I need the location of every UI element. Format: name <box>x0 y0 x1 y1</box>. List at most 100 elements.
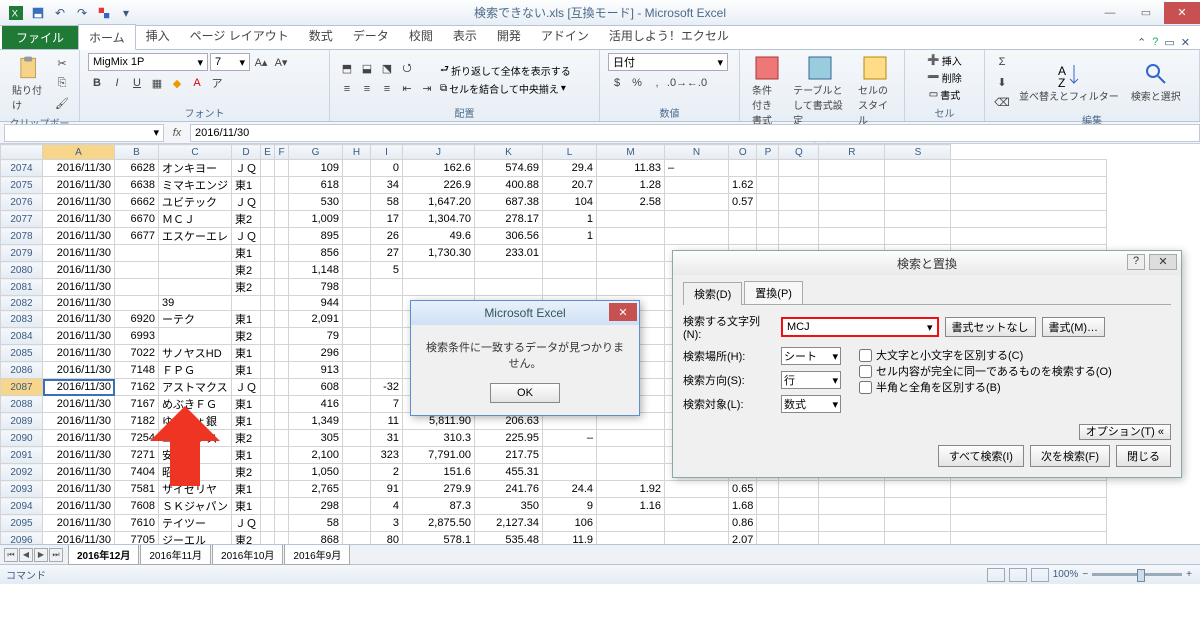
cell[interactable]: 東2 <box>232 464 261 481</box>
cell[interactable] <box>665 194 729 211</box>
cell[interactable]: 1 <box>543 228 597 245</box>
cell[interactable] <box>343 396 371 413</box>
cell[interactable]: 2016/11/30 <box>43 396 115 413</box>
cell[interactable] <box>343 328 371 345</box>
cell[interactable] <box>261 447 275 464</box>
table-row[interactable]: 20942016/11/307608ＳＫジャパン東1298487.335091.… <box>1 498 1107 515</box>
cell[interactable]: 687.38 <box>475 194 543 211</box>
cell[interactable] <box>261 160 275 177</box>
cell[interactable]: 151.6 <box>403 464 475 481</box>
cell[interactable] <box>232 296 261 311</box>
number-format-combo[interactable]: 日付▾ <box>608 53 728 71</box>
cell[interactable]: ＪＱ <box>232 194 261 211</box>
cell[interactable]: 2016/11/30 <box>43 413 115 430</box>
delete-cells-button[interactable]: ➖削除 <box>927 70 961 85</box>
cell[interactable]: 306.56 <box>475 228 543 245</box>
autosum-icon[interactable]: Σ <box>993 53 1011 71</box>
cell[interactable] <box>951 228 1107 245</box>
cell[interactable] <box>275 481 289 498</box>
cell[interactable]: 1,148 <box>289 262 343 279</box>
cell[interactable]: 1.62 <box>729 177 757 194</box>
row-header[interactable]: 2084 <box>1 328 43 345</box>
cell[interactable]: 80 <box>371 532 403 545</box>
cell[interactable]: 1,009 <box>289 211 343 228</box>
bold-button[interactable]: B <box>88 74 106 92</box>
table-row[interactable]: 20962016/11/307705ジーエル東286880578.1535.48… <box>1 532 1107 545</box>
column-header-G[interactable]: G <box>289 145 343 160</box>
cell[interactable] <box>543 245 597 262</box>
cell[interactable]: 東1 <box>232 245 261 262</box>
cell[interactable] <box>757 194 779 211</box>
cell[interactable]: 913 <box>289 362 343 379</box>
indent-inc-icon[interactable]: ⇥ <box>418 80 436 98</box>
increase-decimal-icon[interactable]: .0→ <box>668 74 686 92</box>
format-cells-button[interactable]: ▭書式 <box>929 87 960 102</box>
cell[interactable]: 6670 <box>115 211 159 228</box>
options-button[interactable]: オプション(T) « <box>1079 424 1171 440</box>
cell[interactable] <box>275 328 289 345</box>
cell[interactable] <box>403 279 475 296</box>
ribbon-tab-8[interactable]: アドイン <box>531 23 599 49</box>
excel-icon[interactable]: X <box>6 3 26 23</box>
cell[interactable]: 162.6 <box>403 160 475 177</box>
cell[interactable]: ーテク <box>159 311 232 328</box>
row-header[interactable]: 2096 <box>1 532 43 545</box>
cell[interactable]: 34 <box>371 177 403 194</box>
cell[interactable] <box>819 515 885 532</box>
cell[interactable]: 58 <box>289 515 343 532</box>
cell[interactable] <box>779 211 819 228</box>
cell[interactable]: 1.68 <box>729 498 757 515</box>
cell[interactable] <box>597 262 665 279</box>
cell[interactable]: 87.3 <box>403 498 475 515</box>
formula-input[interactable]: 2016/11/30 <box>190 124 1200 142</box>
row-header[interactable]: 2076 <box>1 194 43 211</box>
qat-dropdown-icon[interactable]: ▾ <box>116 3 136 23</box>
row-header[interactable]: 2081 <box>1 279 43 296</box>
cell[interactable] <box>275 447 289 464</box>
column-header-D[interactable]: D <box>232 145 261 160</box>
cell[interactable] <box>543 279 597 296</box>
cell[interactable]: 104 <box>543 194 597 211</box>
cell[interactable]: 226.9 <box>403 177 475 194</box>
cell[interactable] <box>275 296 289 311</box>
row-header[interactable]: 2074 <box>1 160 43 177</box>
cell[interactable] <box>343 177 371 194</box>
cell[interactable]: 106 <box>543 515 597 532</box>
cell[interactable]: ユビテック <box>159 194 232 211</box>
close-button[interactable]: ✕ <box>1164 2 1200 24</box>
cell[interactable] <box>951 177 1107 194</box>
cell[interactable] <box>597 447 665 464</box>
cell[interactable]: 6662 <box>115 194 159 211</box>
cell[interactable]: 323 <box>371 447 403 464</box>
cell[interactable]: 東1 <box>232 311 261 328</box>
cell[interactable]: 310.3 <box>403 430 475 447</box>
search-direction-select[interactable]: 行▾ <box>781 371 841 389</box>
ribbon-options-icon[interactable]: ▭ <box>1164 36 1174 49</box>
cell[interactable] <box>261 464 275 481</box>
select-all-corner[interactable] <box>1 145 43 160</box>
align-middle-icon[interactable]: ⬓ <box>358 60 376 78</box>
grow-font-icon[interactable]: A▴ <box>252 53 270 71</box>
cell-styles-button[interactable]: セルのスタイル <box>854 53 896 129</box>
cell[interactable] <box>115 296 159 311</box>
cell[interactable] <box>597 211 665 228</box>
cell[interactable] <box>951 515 1107 532</box>
cell[interactable] <box>819 177 885 194</box>
match-case-checkbox[interactable] <box>859 349 872 362</box>
cell[interactable] <box>275 194 289 211</box>
cell[interactable]: 2016/11/30 <box>43 447 115 464</box>
row-header[interactable]: 2090 <box>1 430 43 447</box>
cell[interactable] <box>343 311 371 328</box>
cell[interactable]: 895 <box>289 228 343 245</box>
row-header[interactable]: 2088 <box>1 396 43 413</box>
row-header[interactable]: 2080 <box>1 262 43 279</box>
column-header-A[interactable]: A <box>43 145 115 160</box>
message-box-close-button[interactable]: ✕ <box>609 303 637 321</box>
cell[interactable] <box>885 498 951 515</box>
cell[interactable]: 4 <box>371 498 403 515</box>
cell[interactable]: 2016/11/30 <box>43 481 115 498</box>
row-header[interactable]: 2086 <box>1 362 43 379</box>
cell[interactable]: 1.28 <box>597 177 665 194</box>
cell[interactable]: 618 <box>289 177 343 194</box>
cell[interactable] <box>779 160 819 177</box>
